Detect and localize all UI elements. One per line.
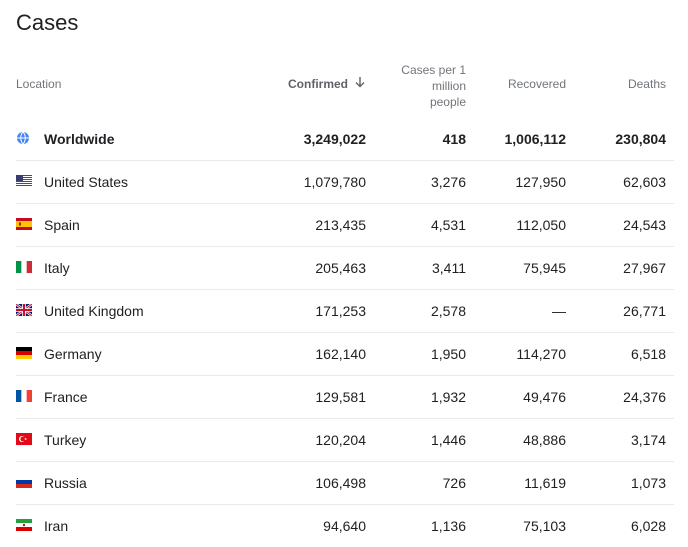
table-row[interactable]: Russia 106,498 726 11,619 1,073 (16, 461, 674, 504)
deaths-value: 6,028 (630, 518, 666, 534)
confirmed-value: 213,435 (315, 217, 366, 233)
header-confirmed[interactable]: Confirmed (246, 76, 366, 92)
row-divider (16, 418, 674, 419)
header-per-million-line1: Cases per 1 (401, 63, 466, 77)
row-divider (16, 203, 674, 204)
confirmed-value: 94,640 (323, 518, 366, 534)
us-flag-icon (16, 175, 32, 187)
recovered-value: 49,476 (523, 389, 566, 405)
location-name: Russia (44, 475, 87, 491)
per-million-value: 1,446 (430, 432, 466, 448)
table-row[interactable]: Turkey 120,204 1,446 48,886 3,174 (16, 418, 674, 461)
russia-flag-icon (16, 476, 32, 488)
deaths-value: 3,174 (630, 432, 666, 448)
per-million-value: 1,950 (430, 346, 466, 362)
row-divider (16, 375, 674, 376)
deaths-value: 24,543 (623, 217, 666, 233)
per-million-value: 1,136 (430, 518, 466, 534)
globe-icon (16, 131, 30, 145)
uk-flag-icon (16, 304, 32, 316)
header-deaths[interactable]: Deaths (566, 76, 666, 92)
italy-flag-icon (16, 261, 32, 273)
recovered-value: 127,950 (515, 174, 566, 190)
location-name: Spain (44, 217, 80, 233)
recovered-value: — (552, 303, 566, 319)
location-name: France (44, 389, 88, 405)
table-row[interactable]: Iran 94,640 1,136 75,103 6,028 (16, 504, 674, 547)
recovered-value: 48,886 (523, 432, 566, 448)
confirmed-value: 3,249,022 (303, 131, 366, 147)
header-recovered[interactable]: Recovered (466, 76, 566, 92)
arrow-down-icon (354, 76, 366, 92)
page-title: Cases (16, 10, 79, 35)
confirmed-value: 129,581 (315, 389, 366, 405)
spain-flag-icon (16, 218, 32, 230)
recovered-value: 114,270 (516, 346, 566, 362)
worldwide-row[interactable]: Worldwide 3,249,022 418 1,006,112 230,804 (16, 117, 674, 160)
iran-flag-icon (16, 519, 32, 531)
confirmed-value: 205,463 (315, 260, 366, 276)
confirmed-value: 106,498 (315, 475, 366, 491)
recovered-value: 1,006,112 (504, 131, 566, 147)
location-name: United Kingdom (44, 303, 144, 319)
row-divider (16, 332, 674, 333)
turkey-flag-icon (16, 433, 32, 445)
row-divider (16, 289, 674, 290)
table-row[interactable]: Spain 213,435 4,531 112,050 24,543 (16, 203, 674, 246)
header-per-million-line3: people (429, 95, 466, 109)
per-million-value: 1,932 (430, 389, 466, 405)
recovered-value: 75,103 (523, 518, 566, 534)
row-divider (16, 461, 674, 462)
per-million-value: 2,578 (430, 303, 466, 319)
deaths-value: 62,603 (623, 174, 666, 190)
header-location[interactable]: Location (16, 76, 61, 92)
row-divider (16, 246, 674, 247)
recovered-value: 11,619 (524, 475, 566, 491)
location-name: Turkey (44, 432, 87, 448)
table-row[interactable]: Italy 205,463 3,411 75,945 27,967 (16, 246, 674, 289)
location-name: United States (44, 174, 129, 190)
deaths-value: 27,967 (623, 260, 666, 276)
row-divider (16, 160, 674, 161)
deaths-value: 24,376 (623, 389, 666, 405)
header-cases-per-million[interactable]: Cases per 1 million people (366, 62, 466, 110)
recovered-value: 112,050 (516, 217, 566, 233)
germany-flag-icon (16, 347, 32, 359)
location-name: Germany (44, 346, 102, 362)
per-million-value: 3,276 (430, 174, 466, 190)
per-million-value: 3,411 (432, 260, 466, 276)
per-million-value: 4,531 (430, 217, 466, 233)
confirmed-value: 1,079,780 (303, 174, 366, 190)
table-row[interactable]: Germany 162,140 1,950 114,270 6,518 (16, 332, 674, 375)
row-divider (16, 504, 674, 505)
deaths-value: 1,073 (630, 475, 666, 491)
table-row[interactable]: United States 1,079,780 3,276 127,950 62,603 (16, 160, 674, 203)
location-name: Italy (44, 260, 70, 276)
deaths-value: 26,771 (623, 303, 666, 319)
france-flag-icon (16, 390, 32, 402)
recovered-value: 75,945 (523, 260, 566, 276)
confirmed-value: 171,253 (315, 303, 366, 319)
table-row[interactable]: France 129,581 1,932 49,476 24,376 (16, 375, 674, 418)
confirmed-value: 120,204 (315, 432, 366, 448)
deaths-value: 6,518 (630, 346, 666, 362)
location-name: Worldwide (44, 131, 115, 147)
per-million-value: 418 (442, 131, 466, 147)
location-name: Iran (44, 518, 69, 534)
table-row[interactable]: United Kingdom 171,253 2,578 — 26,771 (16, 289, 674, 332)
header-per-million-line2: million (431, 79, 466, 93)
header-confirmed-label: Confirmed (288, 77, 348, 91)
deaths-value: 230,804 (615, 131, 666, 147)
confirmed-value: 162,140 (315, 346, 366, 362)
per-million-value: 726 (442, 475, 466, 491)
